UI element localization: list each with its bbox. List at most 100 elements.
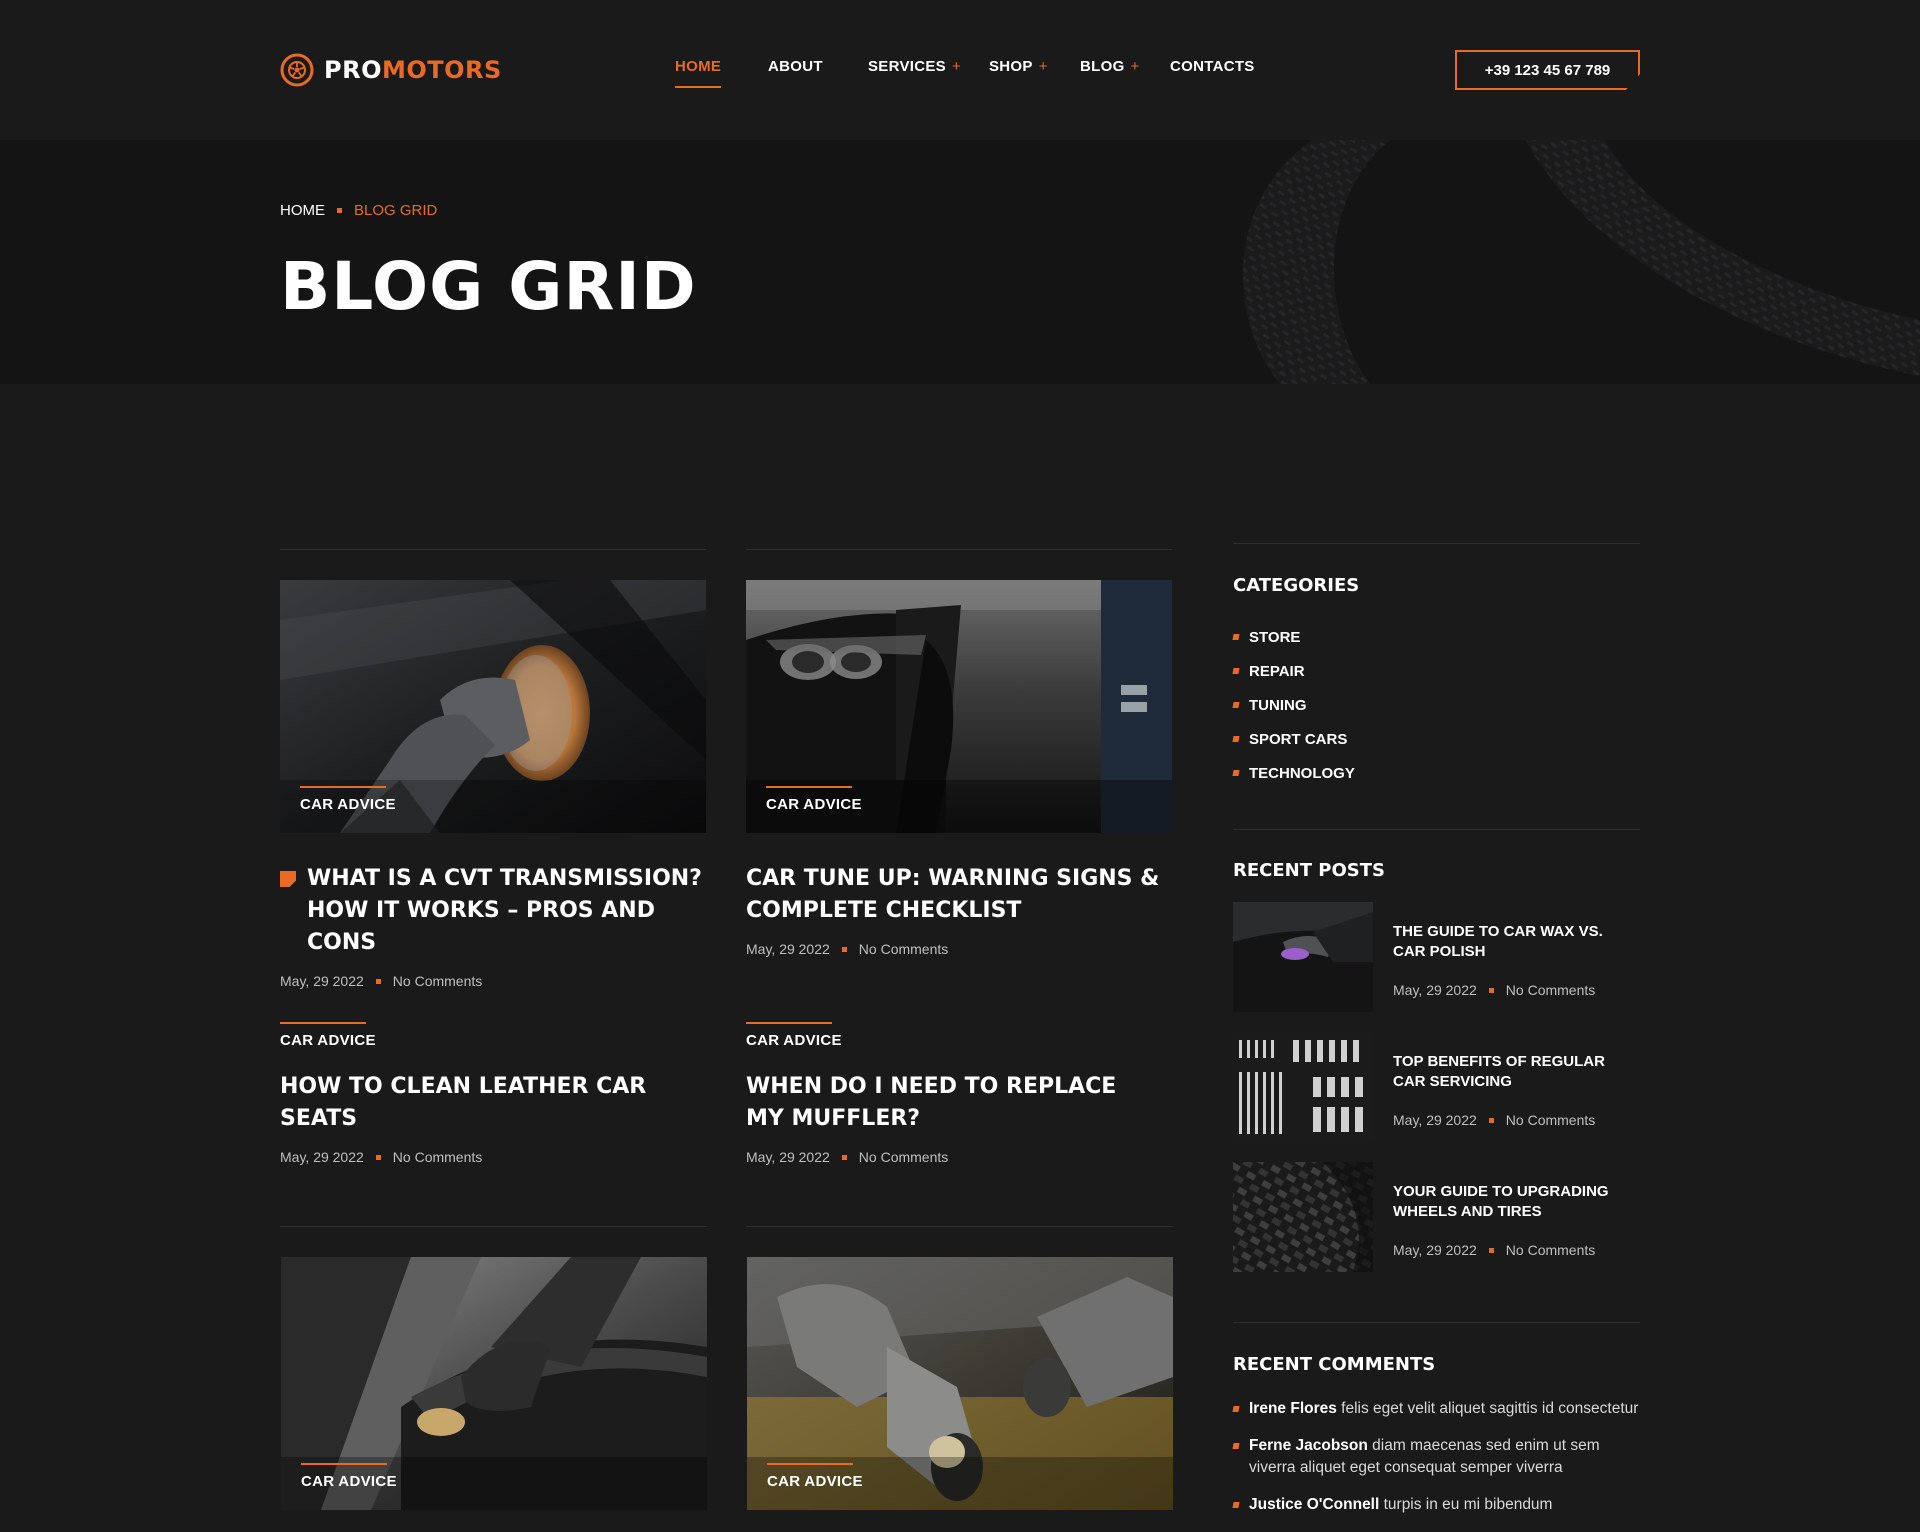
recent-post-thumbnail[interactable] <box>1233 902 1373 1012</box>
divider <box>280 549 706 550</box>
bullet-icon <box>1232 1443 1240 1449</box>
meta-separator <box>1488 987 1494 993</box>
page-title: BLOG GRID <box>280 248 697 325</box>
comment-item[interactable]: Ferne Jacobson diam maecenas sed enim ut… <box>1232 1435 1640 1479</box>
comment-item[interactable]: Justice O'Connell turpis in eu mi bibend… <box>1232 1494 1640 1516</box>
post-comments-link[interactable]: No Comments <box>393 1149 482 1165</box>
comment-text: felis eget velit aliquet sagittis id con… <box>1336 1400 1639 1417</box>
post-image[interactable]: CAR ADVICE <box>747 1257 1173 1510</box>
bullet-icon <box>1232 634 1240 640</box>
comment-author[interactable]: Irene Flores <box>1249 1400 1337 1417</box>
nav-services[interactable]: SERVICES + <box>868 58 961 75</box>
post-comments-link[interactable]: No Comments <box>859 941 948 957</box>
post-meta: May, 29 2022 No Comments <box>746 1149 1172 1165</box>
recent-post-title[interactable]: THE GUIDE TO CAR WAX VS. CAR POLISH <box>1393 922 1633 962</box>
comment-author[interactable]: Justice O'Connell <box>1249 1496 1379 1513</box>
post-category[interactable]: CAR ADVICE <box>767 1463 863 1490</box>
post-image[interactable]: CAR ADVICE <box>746 580 1172 833</box>
post-comments-link[interactable]: No Comments <box>393 973 482 989</box>
meta-separator <box>375 978 381 984</box>
post-image[interactable]: CAR ADVICE <box>281 1257 707 1510</box>
post-date: May, 29 2022 <box>746 941 830 957</box>
post-card: CAR ADVICE HOW TO CLEAN LEATHER CAR SEAT… <box>280 1022 706 1165</box>
breadcrumb-home[interactable]: HOME <box>280 202 325 219</box>
meta-separator <box>1488 1117 1494 1123</box>
post-title[interactable]: WHEN DO I NEED TO REPLACE MY MUFFLER? <box>746 1071 1126 1135</box>
recent-post-thumbnail[interactable] <box>1233 1032 1373 1142</box>
post-date: May, 29 2022 <box>1393 1112 1477 1128</box>
post-title[interactable]: HOW TO CLEAN LEATHER CAR SEATS <box>280 1071 650 1135</box>
breadcrumb: HOME BLOG GRID <box>280 202 437 219</box>
post-card: CAR ADVICE CAR TUNE UP: WARNING SIGNS & … <box>746 580 1172 957</box>
recent-post-title[interactable]: YOUR GUIDE TO UPGRADING WHEELS AND TIRES <box>1393 1182 1633 1222</box>
post-category[interactable]: CAR ADVICE <box>301 1463 397 1490</box>
nav-about[interactable]: ABOUT <box>768 58 823 75</box>
bullet-icon <box>1232 668 1240 674</box>
recent-post-meta: May, 29 2022 No Comments <box>1393 982 1595 998</box>
comment-item[interactable]: Irene Flores felis eget velit aliquet sa… <box>1232 1398 1640 1420</box>
post-meta: May, 29 2022 No Comments <box>280 973 706 989</box>
post-comments-link[interactable]: No Comments <box>859 1149 948 1165</box>
phone-button[interactable]: +39 123 45 67 789 <box>1455 50 1640 90</box>
waxing-thumb <box>1233 902 1373 1012</box>
category-item[interactable]: TUNING <box>1232 688 1355 722</box>
recent-post-item[interactable]: THE GUIDE TO CAR WAX VS. CAR POLISH May,… <box>1233 902 1640 1012</box>
post-image[interactable]: CAR ADVICE <box>280 580 706 833</box>
recent-posts-title: RECENT POSTS <box>1233 860 1385 881</box>
nav-contacts[interactable]: CONTACTS <box>1170 58 1255 75</box>
post-category[interactable]: CAR ADVICE <box>746 1022 1172 1049</box>
post-title[interactable]: CAR TUNE UP: WARNING SIGNS & COMPLETE CH… <box>746 863 1172 927</box>
plus-icon: + <box>1130 58 1140 75</box>
nav-home[interactable]: HOME <box>675 58 722 88</box>
bullet-icon <box>1232 702 1240 708</box>
meta-separator <box>841 1154 847 1160</box>
recent-post-title[interactable]: TOP BENEFITS OF REGULAR CAR SERVICING <box>1393 1052 1633 1092</box>
post-card: CAR ADVICE <box>281 1257 707 1510</box>
tool-set-thumb <box>1233 1032 1373 1142</box>
post-title[interactable]: WHAT IS A CVT TRANSMISSION? HOW IT WORKS… <box>307 863 706 959</box>
bullet-icon <box>1232 1502 1240 1508</box>
sticky-icon <box>280 871 296 887</box>
nav-shop[interactable]: SHOP + <box>989 58 1048 75</box>
divider <box>280 1226 707 1227</box>
category-item[interactable]: TECHNOLOGY <box>1232 756 1355 790</box>
plus-icon: + <box>1038 58 1048 75</box>
recent-comments-list: Irene Flores felis eget velit aliquet sa… <box>1232 1398 1640 1531</box>
post-comments-link[interactable]: No Comments <box>1506 1112 1595 1128</box>
plus-icon: + <box>952 58 962 75</box>
recent-comments-title: RECENT COMMENTS <box>1233 1354 1436 1375</box>
meta-separator <box>1488 1247 1494 1253</box>
post-comments-link[interactable]: No Comments <box>1506 982 1595 998</box>
divider <box>746 1226 1173 1227</box>
category-item[interactable]: SPORT CARS <box>1232 722 1355 756</box>
post-card: CAR ADVICE WHEN DO I NEED TO REPLACE MY … <box>746 1022 1172 1165</box>
recent-post-thumbnail[interactable] <box>1233 1162 1373 1272</box>
post-date: May, 29 2022 <box>280 1149 364 1165</box>
post-date: May, 29 2022 <box>1393 1242 1477 1258</box>
site-header: PROMOTORS HOME ABOUT SERVICES + SHOP + BLO… <box>0 0 1920 140</box>
meta-separator <box>375 1154 381 1160</box>
post-category[interactable]: CAR ADVICE <box>280 1022 706 1049</box>
recent-post-item[interactable]: YOUR GUIDE TO UPGRADING WHEELS AND TIRES… <box>1233 1162 1640 1272</box>
comment-author[interactable]: Ferne Jacobson <box>1249 1437 1368 1454</box>
bullet-icon <box>1232 770 1240 776</box>
site-logo[interactable]: PROMOTORS <box>280 52 502 88</box>
recent-post-item[interactable]: TOP BENEFITS OF REGULAR CAR SERVICING Ma… <box>1233 1032 1640 1142</box>
divider <box>1233 543 1640 544</box>
category-item[interactable]: STORE <box>1232 620 1355 654</box>
post-category[interactable]: CAR ADVICE <box>300 786 396 813</box>
post-category[interactable]: CAR ADVICE <box>766 786 862 813</box>
category-item[interactable]: REPAIR <box>1232 654 1355 688</box>
wheel-logo-icon <box>280 53 314 87</box>
bullet-icon <box>1232 736 1240 742</box>
bullet-icon <box>1232 1406 1240 1412</box>
post-comments-link[interactable]: No Comments <box>1506 1242 1595 1258</box>
tire-tread-thumb <box>1233 1162 1373 1272</box>
nav-blog[interactable]: BLOG + <box>1080 58 1140 75</box>
post-meta: May, 29 2022 No Comments <box>280 1149 706 1165</box>
divider <box>1233 1322 1640 1323</box>
post-date: May, 29 2022 <box>746 1149 830 1165</box>
breadcrumb-separator <box>337 208 342 213</box>
post-card: CAR ADVICE WHAT IS A CVT TRANSMISSION? H… <box>280 580 706 989</box>
post-card: CAR ADVICE <box>747 1257 1173 1510</box>
